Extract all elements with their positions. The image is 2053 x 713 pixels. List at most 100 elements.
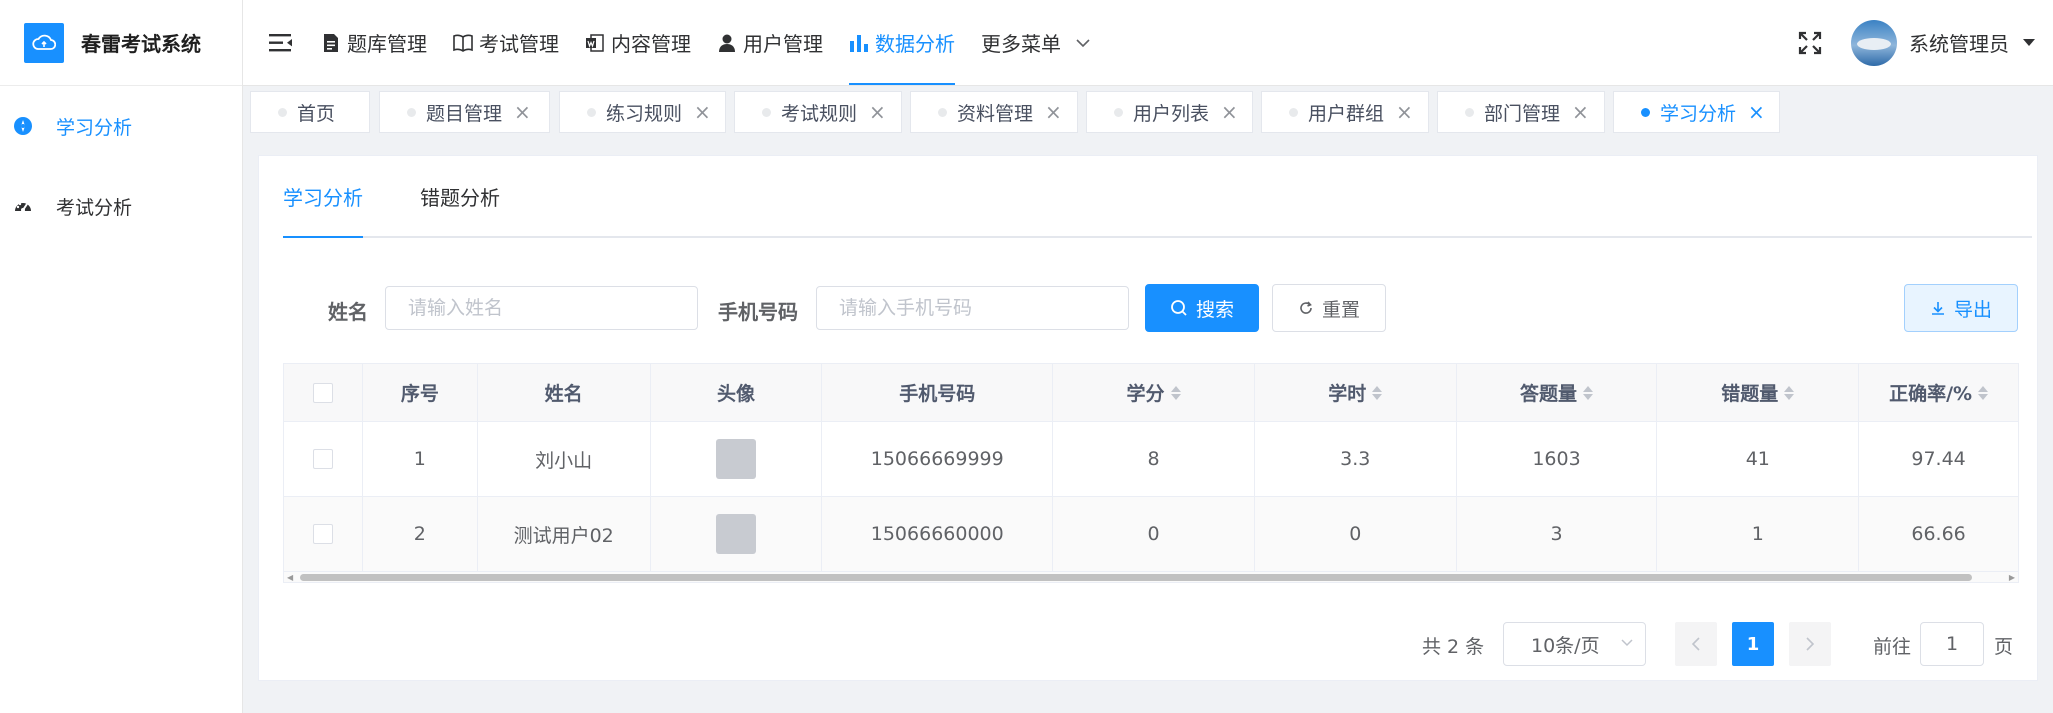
tag-user-list[interactable]: 用户列表 × xyxy=(1086,91,1253,133)
cell-avatar xyxy=(650,497,823,572)
table-header-row: 序号 姓名 头像 手机号码 学分 学时 答题量 错题量 正确率/% xyxy=(284,364,2018,422)
row-checkbox[interactable] xyxy=(312,524,333,544)
prev-page-button[interactable] xyxy=(1675,622,1717,666)
search-icon xyxy=(1170,299,1188,317)
column-header-name: 姓名 xyxy=(477,364,651,422)
sidebar-item-label: 考试分析 xyxy=(56,196,133,219)
sort-icon[interactable] xyxy=(1170,385,1181,400)
download-icon xyxy=(1930,300,1946,316)
tag-label: 用户群组 xyxy=(1308,102,1385,125)
export-button[interactable]: 导出 xyxy=(1904,284,2018,332)
tag-practice-rules[interactable]: 练习规则 × xyxy=(559,91,726,133)
cell-phone: 15066669999 xyxy=(822,422,1054,497)
tag-dot-icon xyxy=(1289,107,1298,117)
reset-button[interactable]: 重置 xyxy=(1272,284,1386,332)
chevron-down-icon xyxy=(1621,635,1633,651)
user-icon xyxy=(717,33,737,53)
sort-icon[interactable] xyxy=(1784,385,1795,400)
fullscreen-icon[interactable] xyxy=(1797,30,1823,56)
tag-question-management[interactable]: 题目管理 × xyxy=(379,91,550,133)
row-checkbox[interactable] xyxy=(312,449,333,469)
nav-item-exam-management[interactable]: 考试管理 xyxy=(453,0,584,85)
avatar[interactable] xyxy=(1851,19,1897,66)
cell-wrong: 41 xyxy=(1657,422,1860,497)
tag-learning-analysis[interactable]: 学习分析 × xyxy=(1613,91,1780,133)
sidebar-item-learning-analysis[interactable]: 学习分析 xyxy=(0,86,242,166)
cell-hours: 3.3 xyxy=(1254,422,1457,497)
close-icon[interactable]: × xyxy=(1572,100,1589,124)
page-number-1[interactable]: 1 xyxy=(1732,622,1774,666)
phone-input[interactable] xyxy=(816,286,1129,330)
page-suffix: 页 xyxy=(1994,636,2014,658)
column-header-wrong[interactable]: 错题量 xyxy=(1657,364,1860,422)
analysis-tabs: 学习分析 错题分析 xyxy=(283,156,2032,238)
nav-item-data-analysis[interactable]: 数据分析 xyxy=(849,0,980,85)
sort-icon[interactable] xyxy=(1372,385,1383,400)
tag-exam-rules[interactable]: 考试规则 × xyxy=(734,91,902,133)
name-label: 姓名 xyxy=(328,300,368,324)
reset-button-label: 重置 xyxy=(1321,298,1360,321)
close-icon[interactable]: × xyxy=(514,100,531,124)
column-header-label: 答题量 xyxy=(1520,383,1578,405)
tag-dot-icon xyxy=(938,107,947,117)
sidebar-item-exam-analysis[interactable]: 考试分析 xyxy=(0,166,242,246)
sort-icon[interactable] xyxy=(1978,385,1989,400)
select-all-checkbox[interactable] xyxy=(312,382,333,403)
tag-dot-icon xyxy=(1114,107,1123,117)
scrollbar-thumb[interactable] xyxy=(300,574,1972,581)
tag-department-management[interactable]: 部门管理 × xyxy=(1437,91,1605,133)
sort-icon[interactable] xyxy=(1583,385,1594,400)
avatar-image[interactable] xyxy=(715,439,756,479)
scroll-right-icon[interactable]: ▶ xyxy=(2009,573,2015,582)
close-icon[interactable]: × xyxy=(1396,100,1413,124)
document-icon xyxy=(321,33,341,53)
tag-dot-icon xyxy=(762,107,771,117)
goto-page-input[interactable] xyxy=(1920,622,1984,666)
table-row[interactable]: 1 刘小山 15066669999 8 3.3 1603 41 97.44 xyxy=(284,422,2018,497)
next-page-button[interactable] xyxy=(1789,622,1831,666)
phone-label: 手机号码 xyxy=(718,300,798,324)
pagination-total: 共 2 条 xyxy=(1422,636,1485,658)
close-icon[interactable]: × xyxy=(1045,100,1062,124)
column-header-hours[interactable]: 学时 xyxy=(1254,364,1457,422)
user-name[interactable]: 系统管理员 xyxy=(1909,28,2009,57)
cloud-logo-icon xyxy=(24,22,64,63)
close-icon[interactable]: × xyxy=(1748,100,1765,124)
column-header-answered[interactable]: 答题量 xyxy=(1456,364,1658,422)
page-size-select[interactable]: 10条/页 xyxy=(1503,622,1646,666)
tab-wrong-question-analysis[interactable]: 错题分析 xyxy=(420,156,500,236)
horizontal-scrollbar[interactable]: ◀ ▶ xyxy=(283,571,2019,583)
header-right: 系统管理员 xyxy=(1797,0,2035,85)
close-icon[interactable]: × xyxy=(869,100,886,124)
nav-item-more-menu[interactable]: 更多菜单 xyxy=(981,0,1118,85)
tag-label: 首页 xyxy=(297,102,336,125)
column-header-accuracy[interactable]: 正确率/% xyxy=(1859,364,2018,422)
nav-item-question-bank[interactable]: 题库管理 xyxy=(321,0,452,85)
close-icon[interactable]: × xyxy=(1221,100,1238,124)
cell-credits: 8 xyxy=(1053,422,1255,497)
tag-material-management[interactable]: 资料管理 × xyxy=(910,91,1078,133)
menu-fold-icon[interactable] xyxy=(267,30,295,56)
tag-label: 题目管理 xyxy=(426,102,503,125)
caret-down-icon[interactable] xyxy=(2023,39,2035,46)
tag-home[interactable]: 首页 xyxy=(250,91,370,133)
tag-user-groups[interactable]: 用户群组 × xyxy=(1261,91,1429,133)
nav-item-user-management[interactable]: 用户管理 xyxy=(717,0,848,85)
app-title: 春雷考试系统 xyxy=(81,32,201,56)
avatar-image[interactable] xyxy=(715,514,756,554)
table-row[interactable]: 2 测试用户02 15066660000 0 0 3 1 66.66 xyxy=(284,497,2018,572)
cell-answered: 3 xyxy=(1456,497,1658,572)
nav-item-content-management[interactable]: 内容管理 xyxy=(585,0,716,85)
scroll-left-icon[interactable]: ◀ xyxy=(287,573,293,582)
cell-index: 1 xyxy=(362,422,478,497)
tag-label: 考试规则 xyxy=(781,102,858,125)
column-header-credits[interactable]: 学分 xyxy=(1053,364,1255,422)
search-button[interactable]: 搜索 xyxy=(1145,284,1259,332)
name-input[interactable] xyxy=(385,286,698,330)
top-header: 题库管理 考试管理 内容管理 用户管理 数据分析 更多菜单 系统管理员 xyxy=(243,0,2053,86)
logo-area[interactable]: 春雷考试系统 xyxy=(0,0,242,86)
tab-learning-analysis[interactable]: 学习分析 xyxy=(283,156,363,238)
dashboard-icon xyxy=(12,195,34,217)
cell-name: 刘小山 xyxy=(477,422,651,497)
close-icon[interactable]: × xyxy=(694,100,711,124)
